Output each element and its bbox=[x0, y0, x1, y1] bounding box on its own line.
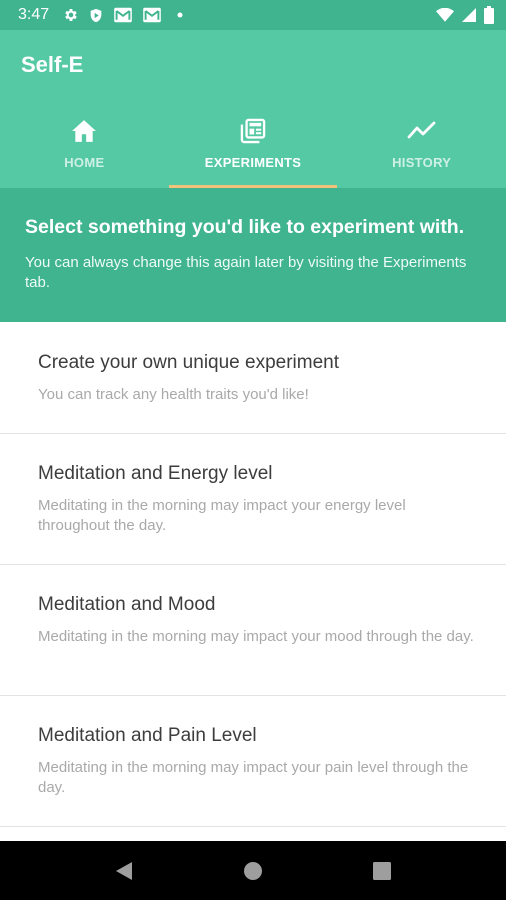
tab-history[interactable]: HISTORY bbox=[337, 110, 506, 188]
experiment-item-energy[interactable]: Meditation and Energy level Meditating i… bbox=[0, 434, 506, 565]
dot-icon bbox=[177, 12, 183, 18]
experiment-description: You can track any health traits you'd li… bbox=[38, 386, 309, 403]
status-bar: 3:47 bbox=[0, 0, 506, 30]
experiment-title: Meditation and Pain Level bbox=[38, 725, 257, 746]
status-time: 3:47 bbox=[18, 6, 50, 23]
tab-experiments[interactable]: EXPERIMENTS bbox=[168, 110, 338, 188]
home-button[interactable] bbox=[223, 841, 283, 900]
experiment-title: Create your own unique experiment bbox=[38, 352, 340, 373]
tab-bar: HOME EXPERIMENTS HISTORY bbox=[0, 110, 506, 188]
battery-icon bbox=[484, 6, 494, 24]
recents-button[interactable] bbox=[352, 841, 412, 900]
app-bar: Self-E HOME EXPERIMENTS HISTORY bbox=[0, 30, 506, 188]
recents-square-icon bbox=[372, 861, 391, 880]
banner-title: Select something you'd like to experimen… bbox=[25, 216, 465, 238]
experiment-title: Meditation and Mood bbox=[38, 594, 216, 615]
mail-icon bbox=[113, 7, 133, 23]
shield-play-icon bbox=[88, 7, 104, 24]
experiment-item-pain[interactable]: Meditation and Pain Level Meditating in … bbox=[0, 696, 506, 827]
signal-icon bbox=[462, 8, 476, 22]
notification-icons bbox=[63, 7, 183, 24]
newspaper-icon bbox=[239, 116, 267, 146]
trending-line-icon bbox=[407, 116, 437, 146]
experiment-description: Meditating in the morning may impact you… bbox=[38, 759, 469, 796]
experiment-item-mood[interactable]: Meditation and Mood Meditating in the mo… bbox=[0, 565, 506, 696]
tab-label: HOME bbox=[64, 155, 105, 170]
tab-home[interactable]: HOME bbox=[0, 110, 169, 188]
home-circle-icon bbox=[243, 861, 262, 880]
wifi-icon bbox=[436, 8, 454, 22]
mail-icon bbox=[142, 7, 162, 23]
system-icons bbox=[436, 6, 494, 24]
tab-label: EXPERIMENTS bbox=[204, 155, 302, 170]
experiment-item-create-own[interactable]: Create your own unique experiment You ca… bbox=[0, 322, 506, 434]
experiment-description: Meditating in the morning may impact you… bbox=[38, 628, 474, 645]
instruction-banner: Select something you'd like to experimen… bbox=[0, 188, 506, 322]
experiment-title: Meditation and Energy level bbox=[38, 463, 273, 484]
back-icon bbox=[116, 861, 133, 880]
experiment-list: Create your own unique experiment You ca… bbox=[0, 322, 506, 827]
system-navigation-bar bbox=[0, 841, 506, 900]
banner-subtitle: You can always change this again later b… bbox=[25, 254, 467, 291]
gear-icon bbox=[63, 7, 79, 23]
back-button[interactable] bbox=[94, 841, 154, 900]
experiment-description: Meditating in the morning may impact you… bbox=[38, 497, 406, 534]
home-icon bbox=[71, 116, 97, 146]
tab-label: HISTORY bbox=[392, 155, 452, 170]
app-title: Self-E bbox=[21, 52, 84, 77]
